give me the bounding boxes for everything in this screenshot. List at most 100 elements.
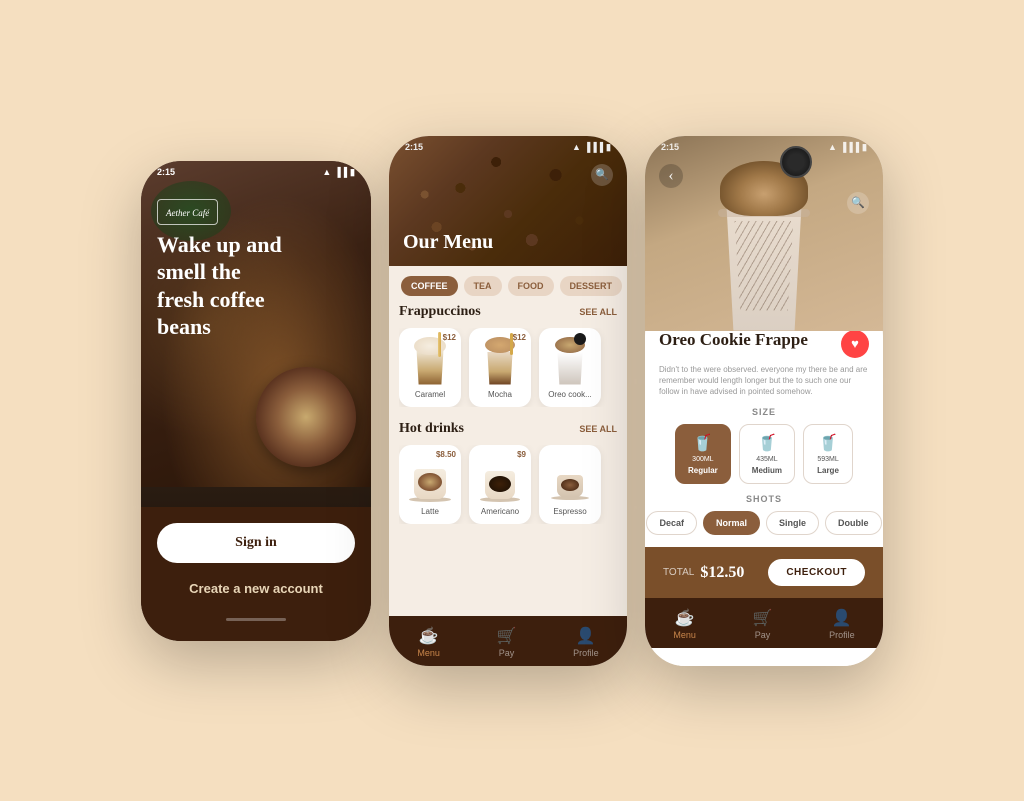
size-name-large: Large (817, 466, 839, 475)
battery-icon-2: ▮ (606, 142, 611, 153)
signal-icon: ▐▐ (334, 167, 347, 177)
bottom-nav-menu: ☕ Menu 🛒 Pay 👤 Profile (389, 616, 627, 666)
see-all-hot[interactable]: SEE ALL (579, 424, 617, 434)
nav-menu[interactable]: ☕ Menu (417, 626, 440, 658)
item-name-caramel: Caramel (415, 390, 445, 399)
see-all-fraps[interactable]: SEE ALL (579, 307, 617, 317)
nav-profile[interactable]: 👤 Profile (573, 626, 599, 658)
tab-food[interactable]: FOOD (508, 276, 554, 296)
size-name-medium: Medium (752, 466, 782, 475)
tab-coffee[interactable]: COFFEE (401, 276, 458, 296)
phone-menu: 2:15 ▲ ▐▐▐ ▮ 🔍 Our Menu COFFEE TEA FOOD (389, 136, 627, 666)
profile-icon-3: 👤 (832, 608, 852, 628)
americano-visual (478, 453, 523, 503)
hot-drinks-header: Hot drinks SEE ALL (399, 421, 617, 437)
size-large[interactable]: 🥤 593ML Large (803, 424, 853, 484)
size-ml-large: 593ML (817, 456, 838, 463)
frappuccinos-header: Frappuccinos SEE ALL (399, 304, 617, 320)
item-oreo[interactable]: Oreo cook... (539, 328, 601, 407)
nav-profile-label-3: Profile (829, 630, 855, 640)
menu-title: Our Menu (403, 231, 493, 254)
status-bar-1: 2:15 ▲ ▐▐ ▮ (141, 161, 371, 182)
back-button[interactable]: ‹ (659, 164, 683, 188)
battery-icon: ▮ (350, 167, 355, 178)
nav-menu-label: Menu (417, 648, 440, 658)
home-indicator (226, 618, 286, 621)
shot-double[interactable]: Double (825, 511, 882, 535)
espresso-visual (548, 453, 593, 503)
phone-product: 2:15 ▲ ▐▐▐ ▮ ‹ 🔍 (645, 136, 883, 666)
hero-text-block: Wake up and smell the fresh coffee beans (157, 231, 355, 341)
hero-headline: Wake up and smell the fresh coffee beans (157, 231, 355, 341)
time-3: 2:15 (661, 142, 679, 152)
oreo-visual (548, 336, 593, 386)
signin-bottom: Sign in Create a new account (141, 507, 371, 641)
signal-icon-3: ▐▐▐ (840, 142, 859, 152)
product-detail-card: Oreo Cookie Frappe ♥ Didn't to the were … (645, 316, 883, 666)
wifi-icon-2: ▲ (572, 142, 581, 152)
shot-single[interactable]: Single (766, 511, 819, 535)
cup-medium-icon: 🥤 (757, 433, 777, 453)
menu-scroll-area: Frappuccinos SEE ALL $12 (389, 304, 627, 616)
shot-normal[interactable]: Normal (703, 511, 760, 535)
nav-menu-product[interactable]: ☕ Menu (673, 608, 696, 640)
item-espresso[interactable]: Espresso (539, 445, 601, 524)
menu-hero-image: 2:15 ▲ ▐▐▐ ▮ 🔍 Our Menu (389, 136, 627, 266)
nav-pay-label: Pay (499, 648, 515, 658)
total-label: TOTAL (663, 567, 694, 578)
item-caramel[interactable]: $12 Caramel (399, 328, 461, 407)
wifi-icon-3: ▲ (828, 142, 837, 152)
item-name-americano: Americano (481, 507, 519, 516)
product-name: Oreo Cookie Frappe (659, 330, 808, 350)
shots-section-label: SHOTS (659, 494, 869, 504)
item-mocha[interactable]: $12 Mocha (469, 328, 531, 407)
cup-small-icon: 🥤 (693, 433, 713, 453)
signin-button[interactable]: Sign in (157, 523, 355, 563)
search-button-product[interactable]: 🔍 (847, 192, 869, 214)
caramel-visual (408, 336, 453, 386)
status-bar-3: 2:15 ▲ ▐▐▐ ▮ (645, 136, 883, 157)
time-2: 2:15 (405, 142, 423, 152)
size-regular[interactable]: 🥤 300ML Regular (675, 424, 731, 484)
item-latte[interactable]: $8.50 Latte (399, 445, 461, 524)
tab-dessert[interactable]: DESSERT (560, 276, 623, 296)
search-button[interactable]: 🔍 (591, 164, 613, 186)
latte-visual (408, 453, 453, 503)
frappuccinos-row: $12 Caramel (399, 328, 617, 407)
hot-drinks-row: $8.50 Latte (399, 445, 617, 524)
nav-pay-product[interactable]: 🛒 Pay (753, 608, 773, 640)
item-name-latte: Latte (421, 507, 439, 516)
cafe-badge: Aether Café (157, 199, 218, 225)
product-hero-image: 2:15 ▲ ▐▐▐ ▮ ‹ 🔍 (645, 136, 883, 331)
wifi-icon: ▲ (322, 167, 331, 177)
status-bar-2: 2:15 ▲ ▐▐▐ ▮ (389, 136, 627, 157)
size-medium[interactable]: 🥤 435ML Medium (739, 424, 795, 484)
create-account-button[interactable]: Create a new account (157, 573, 355, 604)
menu-icon: ☕ (419, 626, 439, 646)
shot-decaf[interactable]: Decaf (646, 511, 697, 535)
nav-menu-label-3: Menu (673, 630, 696, 640)
size-options: 🥤 300ML Regular 🥤 435ML Medium 🥤 593ML (659, 424, 869, 484)
cup-large-icon: 🥤 (818, 433, 838, 453)
checkout-button[interactable]: CHECKOUT (768, 559, 865, 586)
time-1: 2:15 (157, 167, 175, 177)
item-americano[interactable]: $9 Americano (469, 445, 531, 524)
item-name-mocha: Mocha (488, 390, 512, 399)
nav-pay[interactable]: 🛒 Pay (497, 626, 517, 658)
frappuccinos-title: Frappuccinos (399, 304, 481, 320)
pay-icon-3: 🛒 (753, 608, 773, 628)
phone-signin: 2:15 ▲ ▐▐ ▮ Aether Café (141, 161, 371, 641)
signal-icon-2: ▐▐▐ (584, 142, 603, 152)
tab-tea[interactable]: TEA (464, 276, 502, 296)
nav-pay-label-3: Pay (755, 630, 771, 640)
menu-icon-3: ☕ (675, 608, 695, 628)
favorite-button[interactable]: ♥ (841, 330, 869, 358)
battery-icon-3: ▮ (862, 142, 867, 153)
bottom-nav-product: ☕ Menu 🛒 Pay 👤 Profile (645, 598, 883, 648)
size-name-regular: Regular (688, 466, 718, 475)
nav-profile-product[interactable]: 👤 Profile (829, 608, 855, 640)
shots-options: Decaf Normal Single Double (659, 511, 869, 535)
total-section: TOTAL $12.50 (663, 564, 744, 582)
cafe-badge-text: Aether Café (166, 208, 209, 218)
profile-icon: 👤 (576, 626, 596, 646)
